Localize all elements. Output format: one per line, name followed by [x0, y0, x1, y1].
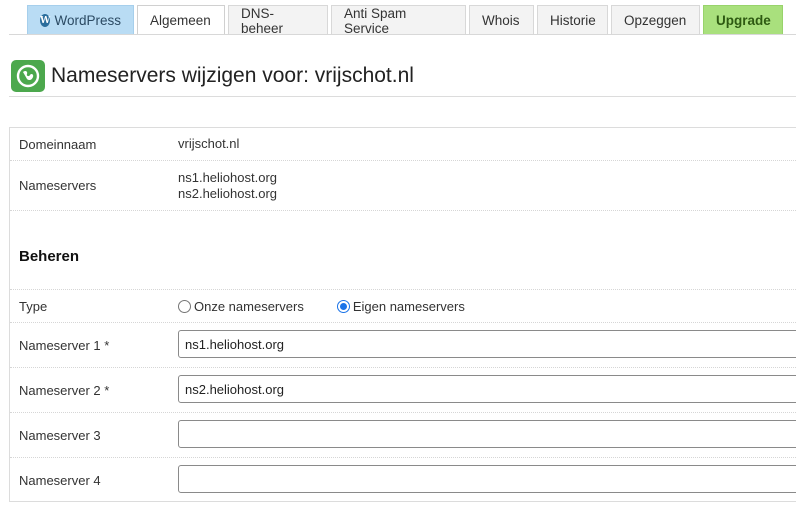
nameserver-1-input[interactable] — [178, 330, 796, 358]
radio-label: Eigen nameservers — [352, 298, 465, 314]
tab-opzeggen[interactable]: Opzeggen — [611, 5, 700, 35]
manage-header-row: Beheren — [10, 211, 796, 290]
section-title: Beheren — [19, 248, 80, 265]
nameservers-label: Nameservers — [19, 178, 97, 193]
nameserver-2-input[interactable] — [178, 375, 796, 403]
nameserver-value: ns2.heliohost.org — [178, 185, 278, 201]
type-radio-group: Onze nameservers Eigen nameservers — [178, 299, 465, 314]
nameserver-panel: Domeinnaam vrijschot.nl Nameservers ns1.… — [9, 127, 796, 502]
nameserver-1-row: Nameserver 1 * — [10, 323, 796, 368]
domain-row: Domeinnaam vrijschot.nl — [10, 128, 796, 161]
tab-wordpress[interactable]: W WordPress — [27, 5, 134, 35]
radio-button[interactable] — [178, 299, 191, 313]
tab-label: WordPress — [54, 13, 121, 28]
domain-label: Domeinnaam — [19, 136, 97, 152]
page-heading: Nameservers wijzigen voor: vrijschot.nl — [11, 60, 796, 92]
nameserver-4-row: Nameserver 4 — [10, 458, 796, 502]
tab-dns-beheer[interactable]: DNS-beheer — [228, 5, 328, 36]
radio-button[interactable] — [336, 299, 350, 313]
tab-label: Whois — [482, 13, 520, 28]
tab-label: Opzeggen — [624, 13, 687, 28]
globe-logo-icon — [11, 60, 45, 92]
tab-label: Upgrade — [716, 13, 771, 28]
nameserver-3-row: Nameserver 3 — [10, 413, 796, 458]
type-label: Type — [19, 298, 48, 314]
tab-anti-spam[interactable]: Anti Spam Service — [331, 5, 466, 36]
tab-label: DNS-beheer — [241, 5, 284, 36]
nameserver-1-label: Nameserver 1 * — [19, 337, 110, 353]
tab-label: Anti Spam Service — [344, 5, 407, 36]
heading-divider — [9, 96, 796, 97]
tab-algemeen[interactable]: Algemeen — [137, 5, 225, 35]
radio-onze-nameservers[interactable]: Onze nameservers — [178, 299, 304, 314]
tab-divider — [9, 34, 796, 35]
nameserver-3-label: Nameserver 3 — [19, 427, 101, 443]
tab-bar: W WordPress Algemeen DNS-beheer Anti Spa… — [27, 5, 783, 36]
domain-value: vrijschot.nl — [178, 136, 240, 151]
radio-label: Onze nameservers — [194, 298, 304, 314]
type-row: Type Onze nameservers Eigen nameservers — [10, 290, 796, 323]
page-title: Nameservers wijzigen voor: vrijschot.nl — [51, 64, 414, 87]
nameserver-2-row: Nameserver 2 * — [10, 368, 796, 413]
tab-whois[interactable]: Whois — [469, 5, 534, 35]
tab-label: Historie — [550, 13, 596, 28]
tab-upgrade[interactable]: Upgrade — [703, 5, 783, 35]
nameserver-2-label: Nameserver 2 * — [19, 382, 110, 398]
nameserver-3-input[interactable] — [178, 420, 796, 448]
nameserver-4-label: Nameserver 4 — [19, 472, 101, 488]
wordpress-icon: W — [40, 14, 51, 27]
tab-historie[interactable]: Historie — [537, 5, 608, 35]
tab-label: Algemeen — [150, 13, 211, 28]
radio-eigen-nameservers[interactable]: Eigen nameservers — [336, 298, 465, 314]
nameserver-4-input[interactable] — [178, 465, 796, 493]
nameservers-row: Nameservers ns1.heliohost.org ns2.helioh… — [10, 161, 796, 211]
nameservers-values: ns1.heliohost.org ns2.heliohost.org — [178, 170, 277, 202]
nameserver-value: ns1.heliohost.org — [178, 169, 278, 185]
